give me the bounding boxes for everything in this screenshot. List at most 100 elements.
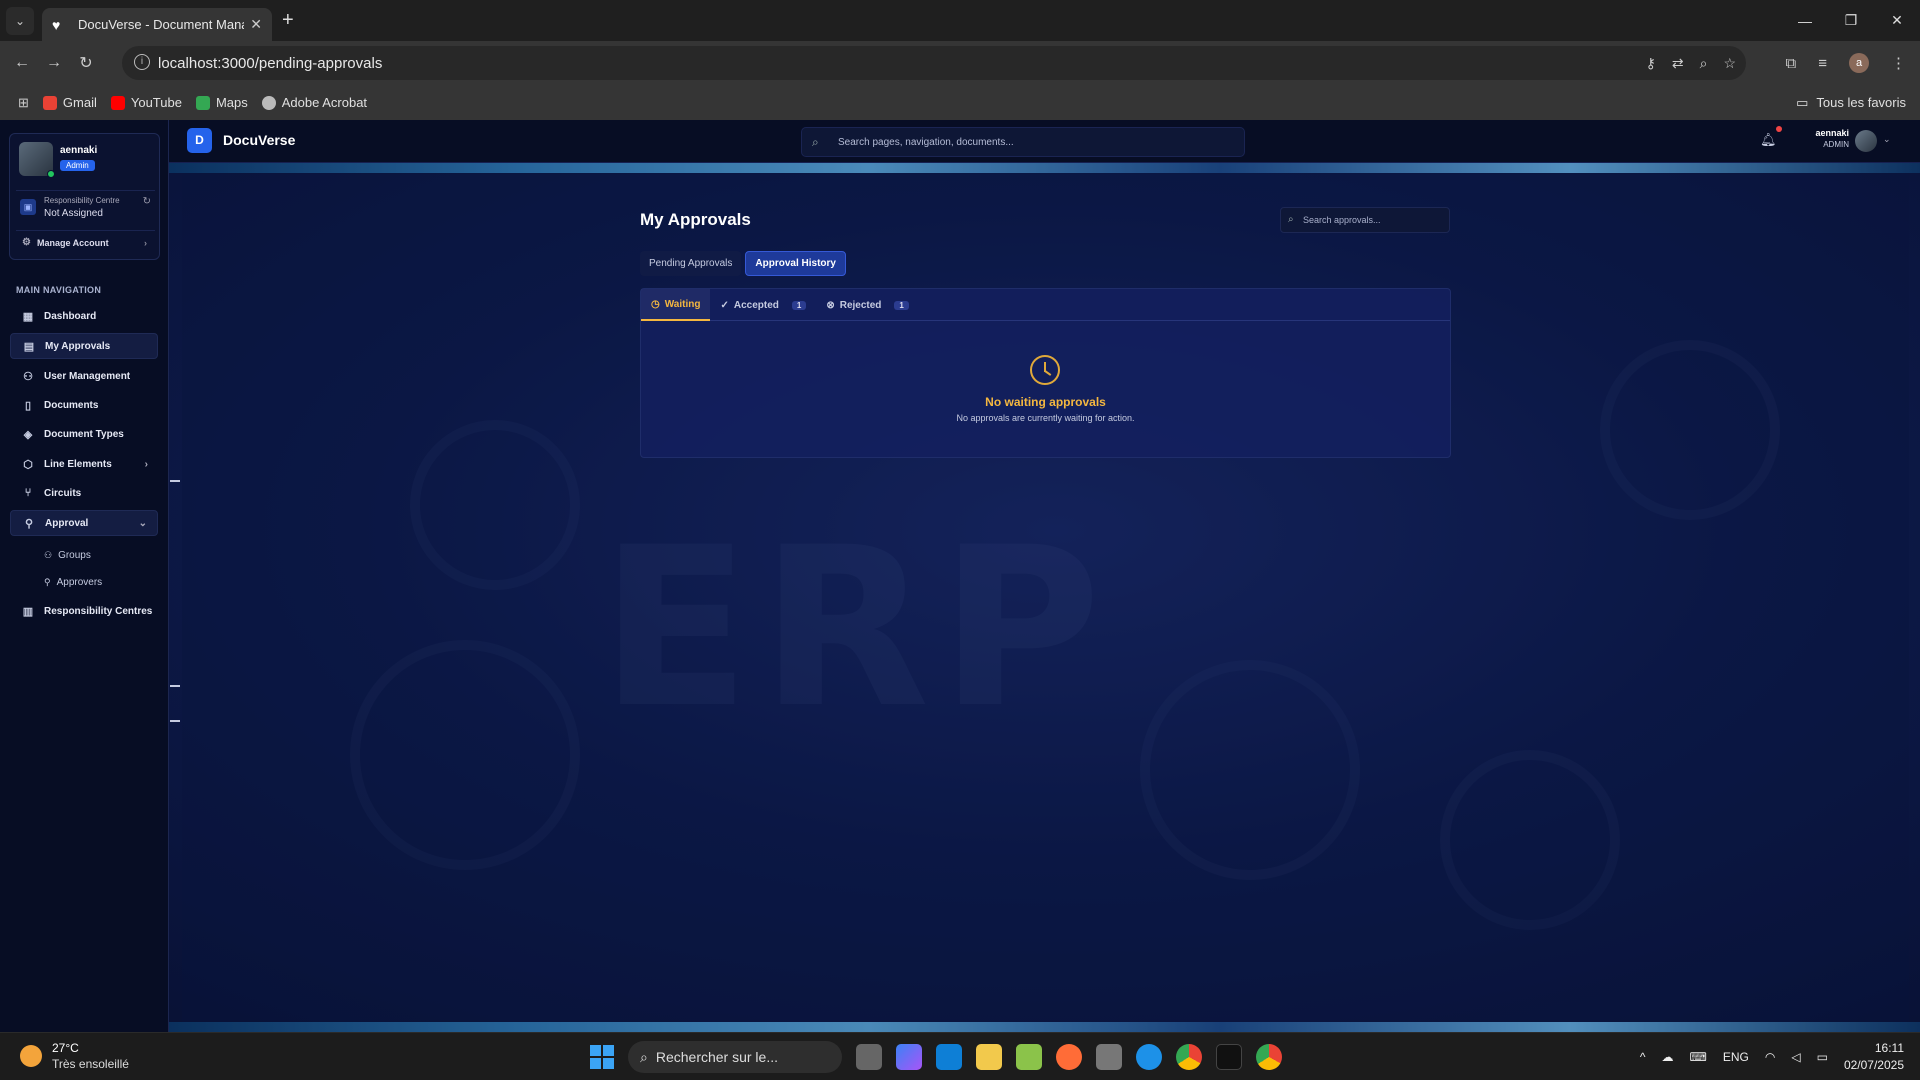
sidebar-item-document-types[interactable]: ◈ Document Types [10, 421, 158, 447]
sidebar-item-line-elements[interactable]: ⬡ Line Elements › [10, 451, 158, 477]
volume-icon[interactable]: ◁ [1791, 1050, 1800, 1064]
sidebar-subitem-groups[interactable]: ⚇ Groups [44, 550, 91, 561]
chevron-down-icon[interactable]: ⌄ [1883, 134, 1891, 145]
sidebar-item-responsibility-centres[interactable]: ▥ Responsibility Centres [10, 598, 158, 624]
sidebar-item-approval[interactable]: ⚲ Approval ⌄ [10, 510, 158, 536]
approvals-panel: ◷ Waiting ✓ Accepted 1 ⊗ Rejected 1 No w… [640, 288, 1451, 458]
terminal-icon[interactable] [1216, 1044, 1242, 1070]
address-bar[interactable]: i localhost:3000/pending-approvals ⚷ ⇄ ⌕… [122, 46, 1746, 80]
close-tab-icon[interactable]: ✕ [250, 16, 262, 33]
youtube-icon [110, 95, 125, 110]
notifications-bell-icon[interactable]: 🔔︎ [1760, 132, 1777, 148]
tab-search-button[interactable]: ⌄ [6, 6, 34, 35]
maps-icon [195, 95, 210, 110]
settings-icon[interactable] [1096, 1044, 1122, 1070]
chevron-right-icon: › [144, 458, 148, 470]
search-icon: ⌕ [812, 135, 819, 149]
wifi-icon[interactable]: ◠ [1765, 1050, 1775, 1064]
keyboard-icon[interactable]: ⌨ [1690, 1050, 1707, 1064]
dashboard-icon: ▦ [22, 310, 34, 323]
close-window-button[interactable]: ✕ [1874, 0, 1920, 41]
forward-button[interactable]: → [38, 54, 70, 72]
users-icon: ⚇ [44, 550, 53, 560]
manage-account-button[interactable]: ⚙ Manage Account › [16, 230, 155, 254]
url-text: localhost:3000/pending-approvals [158, 54, 383, 72]
sidebar-item-circuits[interactable]: ⑂ Circuits [10, 480, 158, 506]
sidebar-item-my-approvals[interactable]: ▤ My Approvals [10, 333, 158, 359]
copilot-icon[interactable] [896, 1044, 922, 1070]
document-icon: ▯ [24, 399, 32, 412]
app-icon[interactable] [1016, 1044, 1042, 1070]
sidebar-item-user-management[interactable]: ⚇ User Management [10, 363, 158, 389]
scroll-marker [170, 720, 180, 722]
app-logo[interactable]: D [187, 128, 212, 153]
zoom-icon[interactable]: ⌕ [1700, 55, 1708, 72]
tab-approval-history[interactable]: Approval History [745, 251, 846, 276]
refresh-icon[interactable]: ↻ [143, 196, 151, 207]
back-button[interactable]: ← [6, 54, 38, 72]
responsibility-centre: ▣ Responsibility Centre Not Assigned ↻ [16, 190, 155, 224]
app-brand[interactable]: DocuVerse [223, 132, 295, 148]
bookmark-star-icon[interactable]: ☆ [1723, 55, 1736, 72]
status-tabs: ◷ Waiting ✓ Accepted 1 ⊗ Rejected 1 [641, 289, 1450, 321]
tab-pending-approvals[interactable]: Pending Approvals [640, 251, 742, 276]
docker-icon[interactable] [1136, 1044, 1162, 1070]
tab-waiting[interactable]: ◷ Waiting [641, 289, 711, 321]
bookmark-youtube[interactable]: YouTube [110, 95, 182, 110]
role-badge: Admin [60, 160, 95, 171]
media-controls-icon[interactable]: ≡ [1818, 55, 1827, 72]
apps-grid-icon[interactable]: ⊞ [18, 95, 29, 111]
sidebar-subitem-approvers[interactable]: ⚲ Approvers [44, 577, 102, 588]
password-key-icon[interactable]: ⚷ [1646, 55, 1656, 72]
temperature: 27°C [52, 1041, 79, 1055]
minimize-button[interactable]: — [1782, 0, 1828, 41]
chevron-up-icon[interactable]: ^ [1640, 1050, 1646, 1064]
weather-widget[interactable]: 27°C Très ensoleillé [20, 1041, 129, 1071]
header-user[interactable]: aennaki ADMIN [1799, 128, 1849, 149]
file-explorer-icon[interactable] [976, 1044, 1002, 1070]
windows-start-icon[interactable] [590, 1045, 614, 1069]
extensions-icon[interactable]: ⧉ [1786, 55, 1797, 72]
all-bookmarks[interactable]: ▭ Tous les favoris [1796, 85, 1906, 120]
browser-tab[interactable]: ♥ DocuVerse - Document Manag ✕ [42, 8, 272, 41]
site-info-icon[interactable]: i [134, 54, 150, 70]
rc-label: Responsibility Centre [44, 196, 120, 205]
cloud-icon[interactable]: ☁ [1662, 1050, 1674, 1064]
heart-favicon-icon: ♥ [52, 16, 61, 33]
chrome-icon[interactable] [1176, 1044, 1202, 1070]
chrome-profile-icon[interactable] [1256, 1044, 1282, 1070]
approvals-search-input[interactable]: ⌕ Search approvals... [1280, 207, 1450, 233]
user-check-icon: ⚲ [44, 577, 51, 587]
global-search-input[interactable]: ⌕ Search pages, navigation, documents... [801, 127, 1245, 157]
sidebar-item-dashboard[interactable]: ▦ Dashboard [10, 303, 158, 329]
taskbar-search[interactable]: ⌕ Rechercher sur le... [628, 1041, 842, 1073]
browser-menu-icon[interactable]: ⋮ [1891, 54, 1906, 72]
vscode-icon[interactable] [936, 1044, 962, 1070]
rejected-count: 1 [894, 300, 909, 310]
postman-icon[interactable] [1056, 1044, 1082, 1070]
bookmark-adobe-acrobat[interactable]: Adobe Acrobat [261, 95, 367, 110]
rc-value: Not Assigned [44, 208, 103, 219]
cube-icon: ⬡ [23, 458, 33, 471]
translate-icon[interactable]: ⇄ [1672, 55, 1684, 72]
header-avatar[interactable] [1855, 130, 1877, 152]
new-tab-button[interactable]: + [282, 9, 294, 32]
online-status-dot [47, 170, 55, 178]
check-circle-icon: ✓ [720, 299, 729, 311]
sidebar: aennaki Admin ▣ Responsibility Centre No… [0, 120, 169, 1032]
tab-accepted[interactable]: ✓ Accepted 1 [710, 289, 816, 321]
notification-indicator [1776, 126, 1782, 132]
profile-avatar[interactable]: a [1849, 53, 1869, 73]
clock-date: 02/07/2025 [1843, 1058, 1904, 1072]
system-clock[interactable]: 16:11 02/07/2025 [1844, 1040, 1904, 1074]
sidebar-item-documents[interactable]: ▯ Documents [10, 392, 158, 418]
battery-icon[interactable]: ▭ [1817, 1050, 1828, 1064]
task-view-icon[interactable] [856, 1044, 882, 1070]
language-indicator[interactable]: ENG [1723, 1050, 1749, 1064]
restore-button[interactable]: ❐ [1828, 0, 1874, 41]
bookmark-gmail[interactable]: Gmail [42, 95, 97, 110]
bookmark-maps[interactable]: Maps [195, 95, 248, 110]
user-card: aennaki Admin ▣ Responsibility Centre No… [9, 133, 160, 260]
tab-rejected[interactable]: ⊗ Rejected 1 [816, 289, 919, 321]
reload-button[interactable]: ↻ [70, 53, 102, 73]
